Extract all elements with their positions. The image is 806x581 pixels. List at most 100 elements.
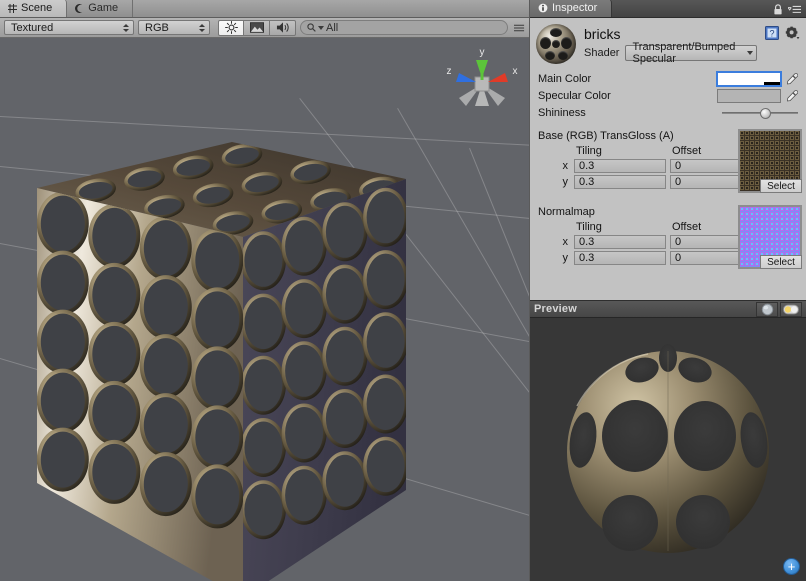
normalmap-offset-x-value: 0 [675, 236, 681, 248]
material-header: bricks Shader Transparent/Bumped Specula… [530, 18, 806, 66]
sphere-icon [761, 303, 774, 316]
inspector-tab-actions [773, 4, 806, 17]
tab-scene[interactable]: Scene [0, 0, 67, 17]
base-texture-select-button[interactable]: Select [760, 179, 802, 193]
draw-mode-value: Textured [11, 22, 53, 34]
hamburger-menu-icon[interactable] [788, 5, 801, 14]
scene-tabbar-container: Scene Game [0, 0, 529, 18]
specular-color-eyedropper-icon[interactable] [786, 89, 798, 103]
preview-buttons [756, 302, 802, 317]
base-axis-y-label: y [556, 176, 570, 188]
texture-block-normalmap: Normalmap Tiling Offset x 0.3 0 y 0.3 0 … [530, 203, 806, 265]
grid-icon [8, 4, 17, 13]
shader-dropdown[interactable]: Transparent/Bumped Specular [625, 45, 757, 61]
search-value: All [326, 22, 338, 34]
normalmap-tiling-y-input[interactable]: 0.3 [574, 251, 666, 265]
cube-right-holes [241, 188, 408, 539]
property-shininess: Shininess [530, 104, 806, 121]
gear-icon[interactable] [785, 26, 800, 40]
lighting-toggle[interactable] [218, 20, 244, 36]
scene-view-gizmo[interactable]: y x z [439, 40, 525, 120]
preview-header: Preview [530, 300, 806, 318]
main-color-label: Main Color [538, 73, 717, 85]
texture-block-base: Base (RGB) TransGloss (A) Tiling Offset … [530, 127, 806, 189]
image-icon [250, 22, 264, 33]
preview-lighting-button[interactable] [780, 302, 802, 317]
inspector-body: bricks Shader Transparent/Bumped Specula… [530, 18, 806, 280]
normalmap-tiling-x-value: 0.3 [579, 236, 594, 248]
info-icon [538, 3, 548, 13]
audio-toggle[interactable] [270, 20, 296, 36]
gamepad-icon [75, 4, 84, 13]
base-select-label: Select [767, 181, 795, 192]
inspector-tabbar: Inspector [530, 0, 806, 18]
main-color-eyedropper-icon[interactable] [786, 72, 798, 86]
property-main-color: Main Color [530, 70, 806, 87]
tab-scene-label: Scene [21, 2, 52, 14]
base-axis-x-label: x [556, 160, 570, 172]
sun-icon [225, 21, 238, 34]
material-name: bricks [584, 26, 757, 42]
search-icon [307, 23, 316, 32]
shininess-slider[interactable] [722, 112, 798, 114]
preview-mesh-button[interactable] [756, 302, 778, 317]
base-tiling-header: Tiling [574, 145, 666, 157]
normalmap-select-label: Select [767, 257, 795, 268]
base-tiling-x-input[interactable]: 0.3 [574, 159, 666, 173]
normalmap-tiling-header: Tiling [574, 221, 666, 233]
chevron-down-icon [318, 26, 324, 30]
normalmap-axis-x-label: x [556, 236, 570, 248]
preview-title: Preview [534, 303, 577, 315]
normalmap-axis-y-label: y [556, 252, 570, 264]
chevron-updown-icon [197, 22, 206, 33]
speaker-icon [276, 21, 290, 34]
material-header-icons: ? [765, 24, 800, 40]
material-sphere-icon [536, 24, 576, 64]
tab-inspector[interactable]: Inspector [530, 0, 612, 17]
view-toggles-group [218, 20, 296, 36]
material-preview[interactable]: + [530, 318, 806, 581]
normalmap-tiling-y-value: 0.3 [579, 252, 594, 264]
tab-game-label: Game [88, 2, 118, 14]
base-offset-y-value: 0 [675, 176, 681, 188]
normalmap-offset-y-value: 0 [675, 252, 681, 264]
render-mode-value: RGB [145, 22, 169, 34]
normalmap-select-button[interactable]: Select [760, 255, 802, 269]
base-tiling-x-value: 0.3 [579, 160, 594, 172]
shininess-label: Shininess [538, 107, 722, 119]
lock-icon[interactable] [773, 4, 783, 15]
tab-inspector-label: Inspector [552, 2, 597, 14]
main-color-alpha-bar [764, 82, 780, 85]
scene-toolbar: Textured RGB [0, 18, 529, 38]
help-book-icon[interactable]: ? [765, 26, 779, 40]
add-preview-button[interactable]: + [783, 558, 800, 575]
normalmap-tiling-x-input[interactable]: 0.3 [574, 235, 666, 249]
gizmo-axis-z-label: z [447, 66, 452, 77]
tab-game[interactable]: Game [67, 0, 133, 17]
gizmo-axis-x-label: x [513, 66, 518, 77]
render-mode-dropdown[interactable]: RGB [138, 20, 210, 35]
svg-text:?: ? [769, 29, 774, 39]
scene-tabbar: Scene Game [0, 0, 529, 18]
base-offset-x-value: 0 [675, 160, 681, 172]
base-tiling-y-input[interactable]: 0.3 [574, 175, 666, 189]
shininess-slider-knob[interactable] [760, 108, 771, 119]
main-color-swatch[interactable] [717, 72, 780, 86]
property-specular-color: Specular Color [530, 87, 806, 104]
kebab-menu-icon[interactable] [514, 23, 525, 33]
specular-color-label: Specular Color [538, 90, 717, 102]
scene-view[interactable]: y x z [0, 38, 529, 581]
search-input[interactable]: All [300, 20, 508, 35]
base-tiling-y-value: 0.3 [579, 176, 594, 188]
chevron-down-icon [747, 51, 753, 55]
inspector-panel: Inspector bricks [530, 0, 806, 581]
specular-color-swatch[interactable] [717, 89, 780, 103]
draw-mode-dropdown[interactable]: Textured [4, 20, 134, 35]
preview-sphere [530, 318, 806, 581]
shader-value: Transparent/Bumped Specular [632, 41, 747, 65]
skybox-toggle[interactable] [244, 20, 270, 36]
light-toggle-icon [783, 304, 799, 315]
add-preview-label: + [788, 560, 796, 573]
chevron-updown-icon [121, 22, 130, 33]
shader-row: Shader Transparent/Bumped Specular [584, 45, 757, 61]
